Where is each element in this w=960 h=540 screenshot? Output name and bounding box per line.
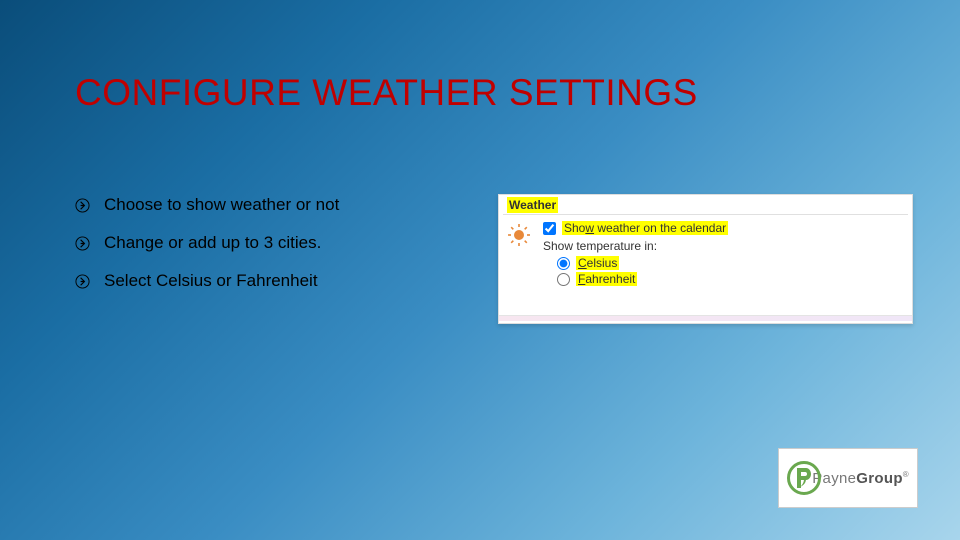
panel-footer-bar: [499, 315, 912, 321]
paynegroup-logo: PayneGroup®: [778, 448, 918, 508]
temperature-radio-fahrenheit[interactable]: Fahrenheit: [557, 272, 904, 286]
temperature-radio-group: Celsius Fahrenheit: [557, 256, 904, 286]
show-weather-checkbox[interactable]: Show weather on the calendar: [543, 221, 904, 235]
panel-header: Weather: [499, 195, 912, 214]
radio-label: Fahrenheit: [576, 272, 637, 286]
checkbox-input[interactable]: [543, 222, 556, 235]
radio-input[interactable]: [557, 273, 570, 286]
arrow-circle-icon: [75, 236, 90, 251]
radio-input[interactable]: [557, 257, 570, 270]
arrow-circle-icon: [75, 274, 90, 289]
logo-mark-icon: [787, 461, 806, 495]
weather-settings-panel: Weather: [498, 194, 913, 324]
temperature-prompt: Show temperature in:: [543, 239, 904, 253]
list-item: Choose to show weather or not: [75, 195, 339, 215]
list-item: Select Celsius or Fahrenheit: [75, 271, 339, 291]
list-item: Change or add up to 3 cities.: [75, 233, 339, 253]
slide-title: CONFIGURE WEATHER SETTINGS: [75, 72, 698, 114]
bullet-text: Choose to show weather or not: [104, 195, 339, 215]
radio-label: Celsius: [576, 256, 619, 270]
checkbox-label: Show weather on the calendar: [562, 221, 728, 235]
sun-icon: [507, 223, 531, 247]
arrow-circle-icon: [75, 198, 90, 213]
panel-header-text: Weather: [507, 197, 558, 213]
bullet-text: Change or add up to 3 cities.: [104, 233, 321, 253]
temperature-radio-celsius[interactable]: Celsius: [557, 256, 904, 270]
logo-text: PayneGroup®: [812, 471, 909, 486]
bullet-text: Select Celsius or Fahrenheit: [104, 271, 318, 291]
bullet-list: Choose to show weather or not Change or …: [75, 195, 339, 309]
